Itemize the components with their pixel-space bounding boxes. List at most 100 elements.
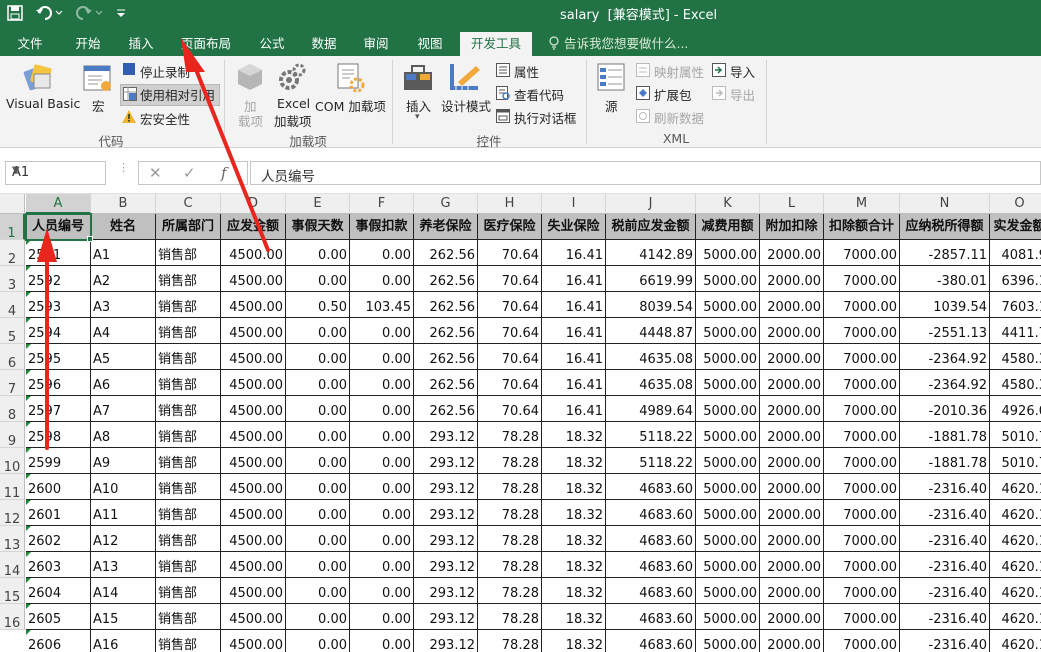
- table-cell[interactable]: 293.12: [414, 448, 478, 474]
- table-cell[interactable]: 6619.99: [606, 266, 696, 292]
- table-cell[interactable]: 7000.00: [824, 292, 900, 318]
- table-cell[interactable]: 销售部: [156, 500, 221, 526]
- table-cell[interactable]: 2603: [26, 552, 91, 578]
- table-cell[interactable]: 5118.22: [606, 448, 696, 474]
- table-cell[interactable]: 5000.00: [696, 552, 760, 578]
- table-cell[interactable]: -2316.40: [900, 500, 990, 526]
- header-cell[interactable]: 姓名: [91, 214, 156, 240]
- table-cell[interactable]: 18.32: [542, 448, 606, 474]
- table-cell[interactable]: 销售部: [156, 526, 221, 552]
- table-cell[interactable]: 5000.00: [696, 604, 760, 630]
- header-cell[interactable]: 医疗保险: [478, 214, 542, 240]
- table-cell[interactable]: 2000.00: [760, 552, 824, 578]
- row-header[interactable]: 10: [0, 448, 25, 475]
- table-cell[interactable]: 0.00: [286, 344, 350, 370]
- insert-function-icon[interactable]: f: [221, 164, 227, 182]
- table-cell[interactable]: -1881.78: [900, 448, 990, 474]
- table-cell[interactable]: 1039.54: [900, 292, 990, 318]
- table-cell[interactable]: 0.00: [286, 448, 350, 474]
- table-cell[interactable]: 2605: [26, 604, 91, 630]
- row-header[interactable]: 14: [0, 552, 25, 579]
- table-cell[interactable]: 4635.08: [606, 344, 696, 370]
- table-cell[interactable]: 4620.1: [990, 500, 1041, 526]
- table-cell[interactable]: -2364.92: [900, 370, 990, 396]
- macro-security-button[interactable]: 宏安全性: [140, 109, 190, 128]
- table-cell[interactable]: 销售部: [156, 604, 221, 630]
- column-header-k[interactable]: K: [696, 194, 760, 214]
- header-cell[interactable]: 养老保险: [414, 214, 478, 240]
- table-cell[interactable]: -2364.92: [900, 344, 990, 370]
- table-cell[interactable]: 4142.89: [606, 240, 696, 266]
- row-header[interactable]: 2: [0, 240, 25, 267]
- table-cell[interactable]: 4683.60: [606, 552, 696, 578]
- table-cell[interactable]: 销售部: [156, 344, 221, 370]
- table-cell[interactable]: 70.64: [478, 396, 542, 422]
- name-box[interactable]: A1 ▼: [5, 161, 106, 185]
- table-cell[interactable]: 2606: [26, 630, 91, 652]
- export-button[interactable]: 导出: [730, 85, 755, 104]
- table-cell[interactable]: 销售部: [156, 578, 221, 604]
- table-cell[interactable]: 2599: [26, 448, 91, 474]
- table-cell[interactable]: A13: [91, 552, 156, 578]
- properties-button[interactable]: 属性: [514, 62, 539, 81]
- table-cell[interactable]: 0.00: [350, 448, 414, 474]
- table-cell[interactable]: 7000.00: [824, 552, 900, 578]
- table-cell[interactable]: 0.00: [350, 526, 414, 552]
- table-cell[interactable]: 78.28: [478, 422, 542, 448]
- header-cell[interactable]: 事假天数: [286, 214, 350, 240]
- header-cell[interactable]: 实发金额: [990, 214, 1041, 240]
- table-cell[interactable]: 0.00: [350, 266, 414, 292]
- table-cell[interactable]: 7000.00: [824, 448, 900, 474]
- column-header-n[interactable]: N: [900, 194, 990, 214]
- table-cell[interactable]: 4500.00: [221, 474, 286, 500]
- table-cell[interactable]: -2551.13: [900, 318, 990, 344]
- table-cell[interactable]: 78.28: [478, 474, 542, 500]
- table-cell[interactable]: 262.56: [414, 344, 478, 370]
- tab-file[interactable]: 文件: [8, 31, 52, 56]
- table-cell[interactable]: A5: [91, 344, 156, 370]
- table-cell[interactable]: -2010.36: [900, 396, 990, 422]
- table-cell[interactable]: 0.00: [286, 604, 350, 630]
- table-cell[interactable]: 0.00: [286, 474, 350, 500]
- table-cell[interactable]: 5000.00: [696, 396, 760, 422]
- table-cell[interactable]: 7000.00: [824, 370, 900, 396]
- table-cell[interactable]: A6: [91, 370, 156, 396]
- table-cell[interactable]: 4411.7: [990, 318, 1041, 344]
- table-cell[interactable]: 6396.1: [990, 266, 1041, 292]
- table-cell[interactable]: 销售部: [156, 370, 221, 396]
- table-cell[interactable]: 18.32: [542, 474, 606, 500]
- table-cell[interactable]: 2000.00: [760, 370, 824, 396]
- tab-home[interactable]: 开始: [64, 31, 112, 56]
- column-header-m[interactable]: M: [824, 194, 900, 214]
- tab-insert[interactable]: 插入: [118, 31, 164, 56]
- table-cell[interactable]: 2000.00: [760, 604, 824, 630]
- table-cell[interactable]: 8039.54: [606, 292, 696, 318]
- table-cell[interactable]: 4500.00: [221, 630, 286, 652]
- header-cell[interactable]: 人员编号: [26, 214, 91, 240]
- column-header-f[interactable]: F: [350, 194, 414, 214]
- table-cell[interactable]: 5000.00: [696, 578, 760, 604]
- table-cell[interactable]: 4580.3: [990, 344, 1041, 370]
- column-header-b[interactable]: B: [91, 194, 156, 214]
- table-cell[interactable]: 0.00: [350, 604, 414, 630]
- table-cell[interactable]: 4620.1: [990, 630, 1041, 652]
- table-cell[interactable]: 18.32: [542, 604, 606, 630]
- table-cell[interactable]: 2000.00: [760, 474, 824, 500]
- table-cell[interactable]: 4081.9: [990, 240, 1041, 266]
- header-cell[interactable]: 所属部门: [156, 214, 221, 240]
- table-cell[interactable]: 5000.00: [696, 370, 760, 396]
- row-header[interactable]: 16: [0, 604, 25, 631]
- header-cell[interactable]: 扣除额合计: [824, 214, 900, 240]
- table-cell[interactable]: 0.00: [286, 396, 350, 422]
- table-cell[interactable]: 16.41: [542, 318, 606, 344]
- table-cell[interactable]: 5000.00: [696, 630, 760, 652]
- cancel-icon[interactable]: ✕: [149, 164, 162, 182]
- table-cell[interactable]: 5000.00: [696, 422, 760, 448]
- formula-bar-grip-icon[interactable]: ⋮: [118, 162, 129, 173]
- table-cell[interactable]: 销售部: [156, 630, 221, 652]
- table-cell[interactable]: 5000.00: [696, 500, 760, 526]
- table-cell[interactable]: 0.00: [286, 500, 350, 526]
- table-cell[interactable]: -2316.40: [900, 526, 990, 552]
- table-cell[interactable]: 2000.00: [760, 422, 824, 448]
- table-cell[interactable]: 7000.00: [824, 266, 900, 292]
